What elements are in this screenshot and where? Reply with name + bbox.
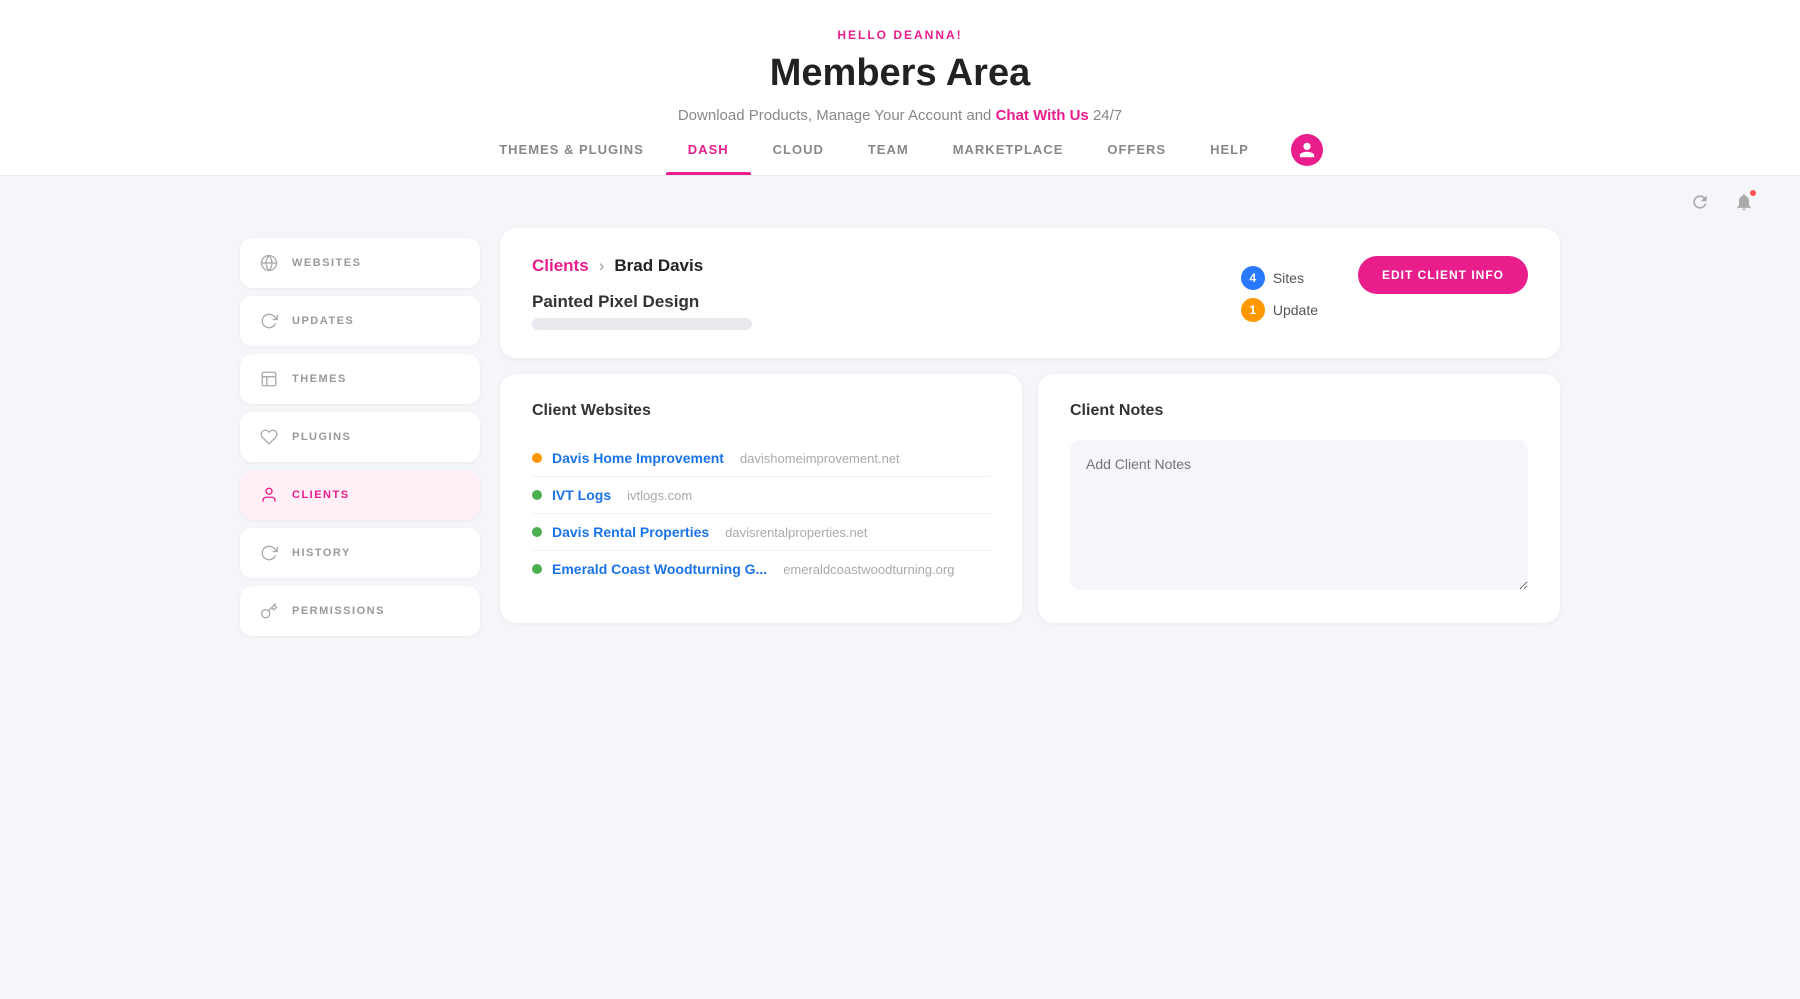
notes-card: Client Notes	[1038, 374, 1560, 623]
breadcrumb: Clients › Brad Davis	[532, 256, 1241, 276]
nav-item-offers[interactable]: OFFERS	[1085, 124, 1188, 175]
client-name-section: Clients › Brad Davis Painted Pixel Desig…	[532, 256, 1241, 330]
updates-label: Update	[1273, 302, 1318, 318]
sites-badge: 4	[1241, 266, 1265, 290]
website-item-3: Davis Rental Properties davisrentalprope…	[532, 514, 990, 551]
updates-badge: 1	[1241, 298, 1265, 322]
main-nav: THEMES & PLUGINS DASH CLOUD TEAM MARKETP…	[0, 124, 1800, 175]
content-area: Clients › Brad Davis Painted Pixel Desig…	[500, 228, 1560, 636]
redacted-email	[532, 318, 752, 330]
website-item-1: Davis Home Improvement davishomeimprovem…	[532, 440, 990, 477]
toolbar	[0, 176, 1800, 228]
sidebar-item-updates[interactable]: UPDATES	[240, 296, 480, 346]
sidebar-item-clients[interactable]: CLIENTS	[240, 470, 480, 520]
sites-stat: 4 Sites	[1241, 266, 1318, 290]
website-url-1: davishomeimprovement.net	[740, 451, 900, 466]
notes-textarea[interactable]	[1070, 440, 1528, 590]
user-avatar[interactable]	[1291, 134, 1323, 166]
breadcrumb-arrow: ›	[599, 256, 605, 276]
sidebar-item-plugins[interactable]: PLUGINS	[240, 412, 480, 462]
sites-label: Sites	[1273, 270, 1304, 286]
website-name-2[interactable]: IVT Logs	[552, 487, 611, 503]
updates-stat: 1 Update	[1241, 298, 1318, 322]
notification-icon[interactable]	[1728, 186, 1760, 218]
website-item-4: Emerald Coast Woodturning G... emeraldco…	[532, 551, 990, 587]
website-item-2: IVT Logs ivtlogs.com	[532, 477, 990, 514]
website-name-1[interactable]: Davis Home Improvement	[552, 450, 724, 466]
website-dot-2	[532, 490, 542, 500]
client-header-card: Clients › Brad Davis Painted Pixel Desig…	[500, 228, 1560, 358]
refresh-icon[interactable]	[1684, 186, 1716, 218]
breadcrumb-clients[interactable]: Clients	[532, 256, 589, 276]
page-title: Members Area	[20, 52, 1780, 95]
sidebar-item-themes[interactable]: THEMES	[240, 354, 480, 404]
website-name-4[interactable]: Emerald Coast Woodturning G...	[552, 561, 767, 577]
website-url-4: emeraldcoastwoodturning.org	[783, 562, 954, 577]
nav-item-marketplace[interactable]: MARKETPLACE	[931, 124, 1086, 175]
bottom-cards: Client Websites Davis Home Improvement d…	[500, 374, 1560, 623]
nav-item-cloud[interactable]: CLOUD	[751, 124, 846, 175]
nav-item-help[interactable]: HELP	[1188, 124, 1271, 175]
client-stats: 4 Sites 1 Update	[1241, 266, 1318, 322]
sidebar-item-websites[interactable]: WEBSITES	[240, 238, 480, 288]
breadcrumb-current: Brad Davis	[614, 256, 703, 276]
website-dot-3	[532, 527, 542, 537]
nav-item-dash[interactable]: DASH	[666, 124, 751, 175]
websites-card: Client Websites Davis Home Improvement d…	[500, 374, 1022, 623]
website-dot-1	[532, 453, 542, 463]
nav-item-themes-plugins[interactable]: THEMES & PLUGINS	[477, 124, 666, 175]
chat-link[interactable]: Chat With Us	[996, 107, 1089, 124]
hello-greeting: HELLO DEANNA!	[20, 28, 1780, 42]
edit-client-button[interactable]: EDIT CLIENT INFO	[1358, 256, 1528, 294]
subtitle: Download Products, Manage Your Account a…	[20, 107, 1780, 124]
sidebar-item-history[interactable]: HISTORY	[240, 528, 480, 578]
sidebar: WEBSITES UPDATES THEMES PLUGINS CLIENTS …	[240, 238, 480, 636]
sidebar-item-permissions[interactable]: PERMISSIONS	[240, 586, 480, 636]
notes-card-title: Client Notes	[1070, 402, 1528, 420]
website-url-3: davisrentalproperties.net	[725, 525, 867, 540]
client-stats-and-edit: 4 Sites 1 Update EDIT CLIENT INFO	[1241, 256, 1528, 322]
nav-item-team[interactable]: TEAM	[846, 124, 931, 175]
notification-badge	[1748, 188, 1758, 198]
company-name: Painted Pixel Design	[532, 292, 1241, 312]
website-url-2: ivtlogs.com	[627, 488, 692, 503]
website-dot-4	[532, 564, 542, 574]
websites-card-title: Client Websites	[532, 402, 990, 420]
website-name-3[interactable]: Davis Rental Properties	[552, 524, 709, 540]
